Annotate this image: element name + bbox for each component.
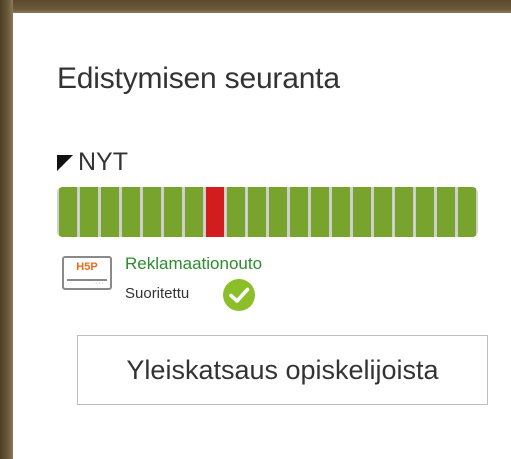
progress-bar xyxy=(57,187,478,237)
check-circle-icon xyxy=(223,279,255,311)
progress-segment[interactable] xyxy=(227,187,245,237)
progress-segment[interactable] xyxy=(374,187,392,237)
now-indicator: NYT xyxy=(57,147,128,177)
progress-segment[interactable] xyxy=(437,187,455,237)
progress-segment[interactable] xyxy=(269,187,287,237)
progress-segment[interactable] xyxy=(59,187,77,237)
progress-segment[interactable] xyxy=(80,187,98,237)
progress-segment[interactable] xyxy=(311,187,329,237)
progress-segment[interactable] xyxy=(290,187,308,237)
window-frame-left xyxy=(0,0,13,459)
activity-link[interactable]: Reklamaationouto xyxy=(125,254,262,274)
progress-segment[interactable] xyxy=(248,187,266,237)
progress-segment[interactable] xyxy=(164,187,182,237)
progress-segment[interactable] xyxy=(101,187,119,237)
progress-segment-current[interactable] xyxy=(206,187,224,237)
now-label: NYT xyxy=(78,147,128,176)
h5p-icon-label: H5P xyxy=(76,261,98,273)
progress-segment[interactable] xyxy=(185,187,203,237)
progress-tracker-block: Edistymisen seuranta NYT H5P ··· Reklama… xyxy=(0,0,511,459)
now-marker-icon xyxy=(57,155,73,171)
window-frame-top xyxy=(0,0,511,13)
progress-segment[interactable] xyxy=(332,187,350,237)
progress-segment[interactable] xyxy=(122,187,140,237)
student-overview-button[interactable]: Yleiskatsaus opiskelijoista xyxy=(77,335,488,405)
activity-status: Suoritettu xyxy=(125,285,190,302)
progress-segment[interactable] xyxy=(458,187,476,237)
block-title: Edistymisen seuranta xyxy=(57,62,340,95)
progress-segment[interactable] xyxy=(353,187,371,237)
activity-item: H5P ··· Reklamaationouto Suoritettu xyxy=(62,252,362,316)
progress-segment[interactable] xyxy=(143,187,161,237)
h5p-icon-dots: ··· xyxy=(95,280,105,287)
h5p-icon: H5P ··· xyxy=(62,256,112,290)
progress-segment[interactable] xyxy=(416,187,434,237)
progress-segment[interactable] xyxy=(395,187,413,237)
